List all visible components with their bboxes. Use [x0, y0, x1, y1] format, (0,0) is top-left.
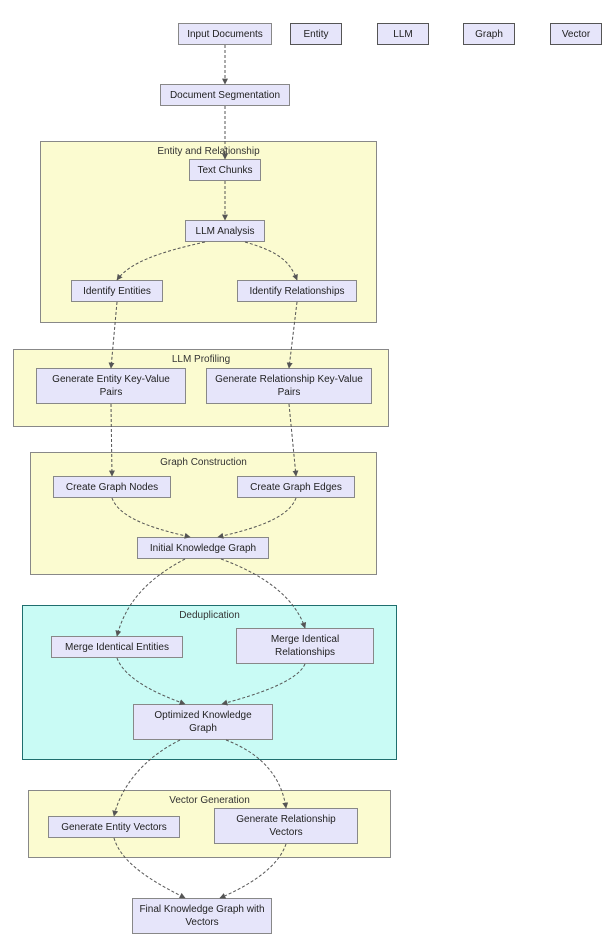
node-label: Merge Identical Entities	[65, 641, 169, 654]
node-merge-identical-relationships: Merge Identical Relationships	[236, 628, 374, 664]
legend-label: Entity	[303, 28, 328, 41]
subgraph-label: Vector Generation	[169, 795, 250, 806]
node-create-graph-nodes: Create Graph Nodes	[53, 476, 171, 498]
node-text-chunks: Text Chunks	[189, 159, 261, 181]
legend-vector: Vector	[550, 23, 602, 45]
node-merge-identical-entities: Merge Identical Entities	[51, 636, 183, 658]
node-label: Identify Entities	[83, 285, 151, 298]
node-label: Generate Entity Vectors	[61, 821, 167, 834]
subgraph-label: Entity and Relationship	[157, 146, 259, 157]
node-label: Optimized Knowledge Graph	[140, 709, 266, 735]
node-label: Input Documents	[187, 28, 263, 41]
legend-label: Vector	[562, 28, 590, 41]
node-optimized-knowledge-graph: Optimized Knowledge Graph	[133, 704, 273, 740]
node-final-knowledge-graph: Final Knowledge Graph with Vectors	[132, 898, 272, 934]
legend-graph: Graph	[463, 23, 515, 45]
node-create-graph-edges: Create Graph Edges	[237, 476, 355, 498]
node-label: Create Graph Edges	[250, 481, 342, 494]
node-identify-entities: Identify Entities	[71, 280, 163, 302]
node-label: Text Chunks	[197, 164, 252, 177]
legend-label: LLM	[393, 28, 412, 41]
node-label: Generate Relationship Key-Value Pairs	[213, 373, 365, 399]
node-label: Initial Knowledge Graph	[150, 542, 256, 555]
node-generate-entity-vectors: Generate Entity Vectors	[48, 816, 180, 838]
subgraph-label: Deduplication	[179, 610, 240, 621]
node-label: Identify Relationships	[249, 285, 344, 298]
node-identify-relationships: Identify Relationships	[237, 280, 357, 302]
flowchart-canvas: Entity LLM Graph Vector Entity and Relat…	[0, 0, 614, 952]
node-generate-relationship-vectors: Generate Relationship Vectors	[214, 808, 358, 844]
node-input-documents: Input Documents	[178, 23, 272, 45]
legend-entity: Entity	[290, 23, 342, 45]
legend-label: Graph	[475, 28, 503, 41]
legend-llm: LLM	[377, 23, 429, 45]
node-generate-relationship-kv: Generate Relationship Key-Value Pairs	[206, 368, 372, 404]
node-label: Document Segmentation	[170, 89, 280, 102]
node-label: Generate Entity Key-Value Pairs	[43, 373, 179, 399]
node-label: Create Graph Nodes	[66, 481, 158, 494]
subgraph-label: LLM Profiling	[172, 354, 230, 365]
node-initial-knowledge-graph: Initial Knowledge Graph	[137, 537, 269, 559]
node-label: LLM Analysis	[196, 225, 255, 238]
node-label: Merge Identical Relationships	[243, 633, 367, 659]
node-llm-analysis: LLM Analysis	[185, 220, 265, 242]
node-label: Generate Relationship Vectors	[221, 813, 351, 839]
node-label: Final Knowledge Graph with Vectors	[139, 903, 265, 929]
subgraph-label: Graph Construction	[160, 457, 247, 468]
node-document-segmentation: Document Segmentation	[160, 84, 290, 106]
node-generate-entity-kv: Generate Entity Key-Value Pairs	[36, 368, 186, 404]
